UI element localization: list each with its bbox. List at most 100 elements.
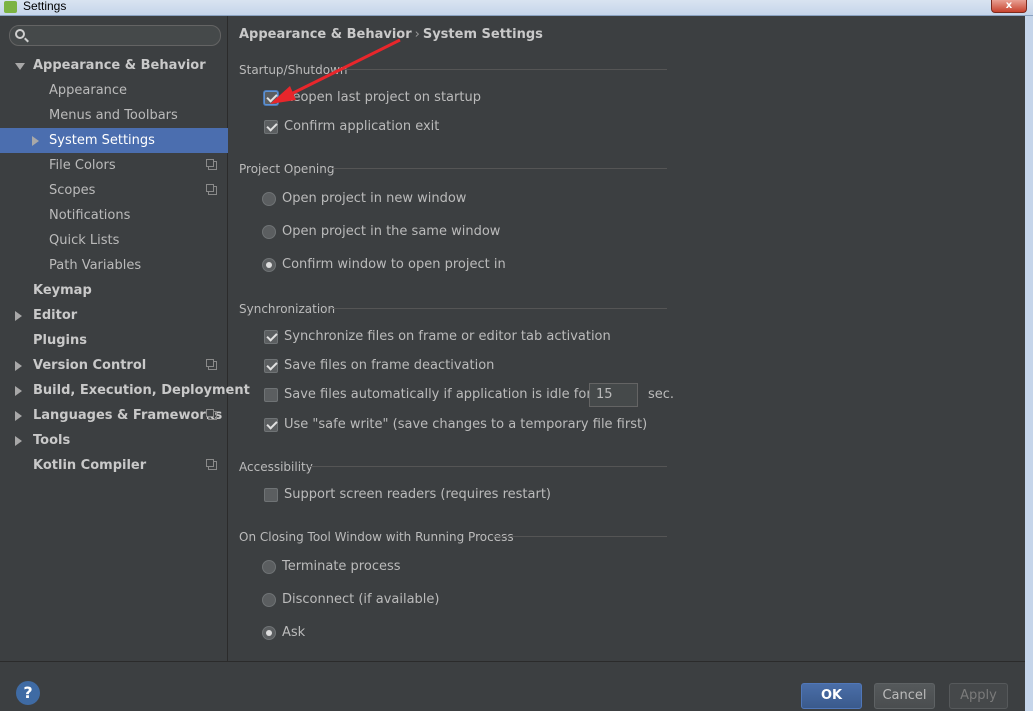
apply-button[interactable]: Apply: [949, 683, 1008, 709]
save-deactivation-label: Save files on frame deactivation: [284, 358, 495, 373]
ask-radio[interactable]: [262, 626, 276, 640]
confirm-exit-label: Confirm application exit: [284, 119, 440, 134]
sidebar-item[interactable]: Kotlin Compiler: [0, 453, 228, 478]
breadcrumb-current: System Settings: [422, 27, 543, 42]
disconnect-label: Disconnect (if available): [282, 592, 440, 607]
settings-sidebar: Appearance & Behavior Appearance Menus and…: [0, 16, 250, 661]
collapse-arrow-icon[interactable]: [15, 361, 22, 371]
sidebar-item-label: Build, Execution, Deployment: [33, 383, 250, 398]
sidebar-item-label: Languages & Frameworks: [33, 408, 223, 423]
window-title: Settings: [23, 0, 67, 13]
terminate-process-radio[interactable]: [262, 560, 276, 574]
sync-files-checkbox[interactable]: [264, 330, 278, 344]
save-idle-label: Save files automatically if application …: [284, 387, 592, 402]
breadcrumb-parent[interactable]: Appearance & Behavior: [239, 27, 412, 42]
sidebar-item[interactable]: Menus and Toolbars: [0, 103, 228, 128]
save-idle-checkbox[interactable]: [264, 388, 278, 402]
screen-readers-label: Support screen readers (requires restart…: [284, 487, 551, 502]
section-divider: [493, 536, 667, 537]
expand-arrow-icon[interactable]: [15, 63, 25, 70]
open-new-window-label: Open project in new window: [282, 191, 467, 206]
sidebar-item[interactable]: Path Variables: [0, 253, 228, 278]
collapse-arrow-icon[interactable]: [15, 411, 22, 421]
section-startup-title: Startup/Shutdown: [239, 63, 348, 77]
sidebar-item-label: File Colors: [49, 158, 116, 173]
section-project-opening-title: Project Opening: [239, 162, 335, 176]
close-button[interactable]: x: [991, 0, 1027, 13]
sidebar-item[interactable]: Keymap: [0, 278, 228, 303]
project-scope-icon: [206, 159, 217, 170]
section-sync-title: Synchronization: [239, 302, 336, 316]
confirm-window-label: Confirm window to open project in: [282, 257, 506, 272]
ask-label: Ask: [282, 625, 306, 640]
sidebar-item[interactable]: File Colors: [0, 153, 228, 178]
idle-seconds-input[interactable]: 15: [589, 383, 638, 407]
help-icon[interactable]: ?: [16, 681, 40, 705]
open-same-window-radio[interactable]: [262, 225, 276, 239]
section-divider: [330, 308, 667, 309]
sidebar-item[interactable]: Editor: [0, 303, 228, 328]
section-accessibility-title: Accessibility: [239, 460, 313, 474]
sidebar-item[interactable]: Tools: [0, 428, 228, 453]
android-studio-icon: [4, 1, 17, 13]
confirm-window-radio[interactable]: [262, 258, 276, 272]
sidebar-item-label: System Settings: [49, 133, 155, 148]
sidebar-item-label: Appearance: [49, 83, 128, 98]
collapse-arrow-icon[interactable]: [15, 386, 22, 396]
sidebar-item-label: Quick Lists: [49, 233, 120, 248]
project-scope-icon: [206, 459, 217, 470]
section-closing-title: On Closing Tool Window with Running Proc…: [239, 530, 514, 544]
sidebar-item-label: Scopes: [49, 183, 96, 198]
section-divider: [332, 168, 667, 169]
sidebar-item[interactable]: Languages & Frameworks: [0, 403, 228, 428]
screen-readers-checkbox[interactable]: [264, 488, 278, 502]
idle-seconds-unit: sec.: [648, 387, 675, 402]
sidebar-item-label: Kotlin Compiler: [33, 458, 147, 473]
sidebar-item[interactable]: Appearance: [0, 78, 228, 103]
collapse-arrow-icon[interactable]: [15, 311, 22, 321]
confirm-exit-checkbox[interactable]: [264, 120, 278, 134]
sidebar-item[interactable]: Plugins: [0, 328, 228, 353]
title-bar: Settings x: [0, 0, 1033, 16]
sidebar-item[interactable]: Quick Lists: [0, 228, 228, 253]
sidebar-item[interactable]: Scopes: [0, 178, 228, 203]
save-deactivation-checkbox[interactable]: [264, 359, 278, 373]
cancel-button[interactable]: Cancel: [874, 683, 935, 709]
collapse-arrow-icon[interactable]: [32, 136, 39, 146]
ok-button[interactable]: OK: [801, 683, 862, 709]
sidebar-item-label: Menus and Toolbars: [49, 108, 178, 123]
project-scope-icon: [206, 359, 217, 370]
sidebar-item-label: Plugins: [33, 333, 87, 348]
search-input[interactable]: [9, 25, 221, 46]
reopen-last-project-checkbox[interactable]: [264, 91, 278, 105]
section-divider: [310, 466, 667, 467]
sidebar-item[interactable]: System Settings: [0, 128, 228, 153]
disconnect-radio[interactable]: [262, 593, 276, 607]
sidebar-item[interactable]: Build, Execution, Deployment: [0, 378, 250, 403]
window-border: [1025, 16, 1033, 711]
sidebar-item-label: Keymap: [33, 283, 92, 298]
collapse-arrow-icon[interactable]: [15, 436, 22, 446]
open-same-window-label: Open project in the same window: [282, 224, 501, 239]
project-scope-icon: [206, 409, 217, 420]
sidebar-item-label: Notifications: [49, 208, 131, 223]
breadcrumb-separator: ›: [414, 27, 420, 42]
sidebar-item[interactable]: Appearance & Behavior: [0, 53, 228, 78]
search-icon: [15, 29, 25, 39]
sidebar-item-label: Tools: [33, 433, 71, 448]
project-scope-icon: [206, 184, 217, 195]
sidebar-item-label: Path Variables: [49, 258, 142, 273]
breadcrumb: Appearance & Behavior › System Settings: [239, 27, 543, 42]
sidebar-item-label: Version Control: [33, 358, 147, 373]
main-panel: Appearance & Behavior › System Settings St…: [229, 16, 1025, 661]
sidebar-item[interactable]: Notifications: [0, 203, 228, 228]
sidebar-item[interactable]: Version Control: [0, 353, 228, 378]
sync-files-label: Synchronize files on frame or editor tab…: [284, 329, 611, 344]
safe-write-checkbox[interactable]: [264, 418, 278, 432]
sidebar-item-label: Appearance & Behavior: [33, 58, 206, 73]
sidebar-item-label: Editor: [33, 308, 78, 323]
terminate-process-label: Terminate process: [282, 559, 401, 574]
open-new-window-radio[interactable]: [262, 192, 276, 206]
reopen-last-project-label: Reopen last project on startup: [284, 90, 481, 105]
footer-divider: [0, 661, 1025, 662]
